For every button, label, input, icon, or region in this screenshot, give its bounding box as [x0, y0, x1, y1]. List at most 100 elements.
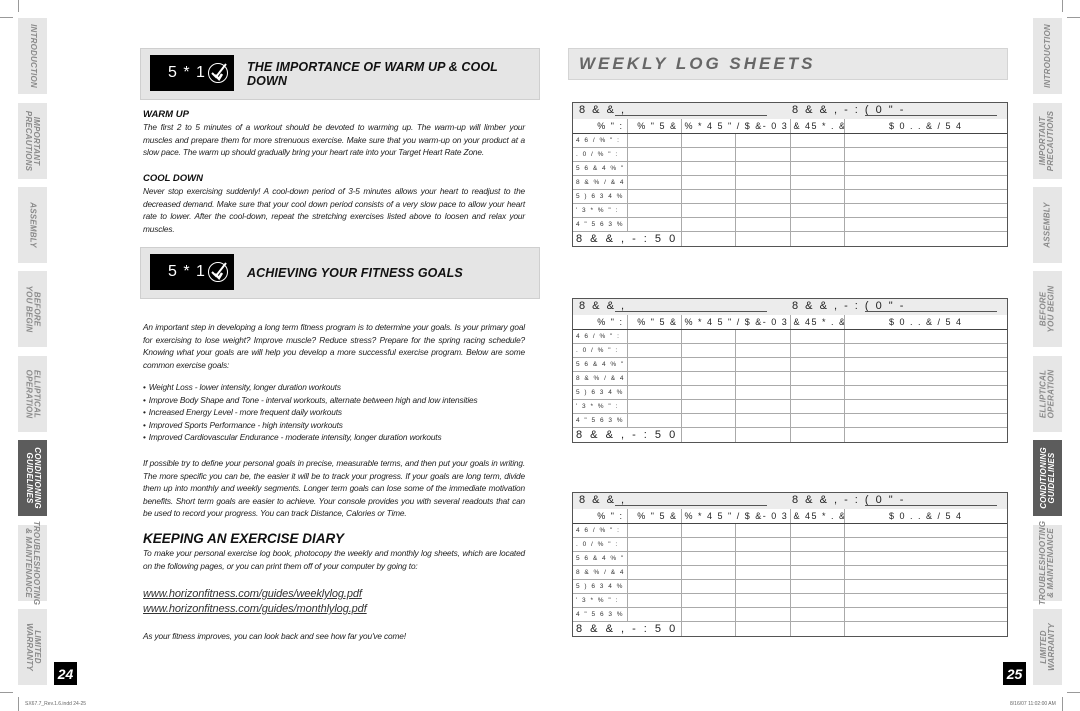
log-cell[interactable]: [843, 174, 1007, 190]
log-cell[interactable]: [843, 328, 1007, 344]
tab-troubleshooting-maintenance[interactable]: TROUBLESHOOTING & MAINTENANCE: [18, 521, 47, 605]
log-cell[interactable]: [680, 536, 736, 552]
log-cell[interactable]: [789, 550, 845, 566]
tab-before-you-begin[interactable]: BEFORE YOU BEGIN: [18, 271, 47, 347]
log-cell[interactable]: [626, 398, 682, 414]
log-cell[interactable]: [843, 606, 1007, 622]
log-cell[interactable]: [680, 384, 736, 400]
log-cell[interactable]: [843, 426, 1007, 442]
log-cell[interactable]: [626, 216, 682, 232]
log-cell[interactable]: [789, 188, 845, 204]
log-cell[interactable]: [789, 620, 845, 636]
log-cell[interactable]: [680, 412, 736, 428]
log-cell[interactable]: [734, 522, 791, 538]
log-cell[interactable]: [626, 564, 682, 580]
log-cell[interactable]: [626, 132, 682, 148]
log-cell[interactable]: [680, 522, 736, 538]
log-cell[interactable]: [789, 328, 845, 344]
week-input-line[interactable]: [615, 311, 767, 312]
log-cell[interactable]: [843, 132, 1007, 148]
log-cell[interactable]: [680, 174, 736, 190]
week-input-line[interactable]: [615, 115, 767, 116]
log-cell[interactable]: [789, 398, 845, 414]
log-cell[interactable]: [734, 216, 791, 232]
log-cell[interactable]: [734, 398, 791, 414]
log-cell[interactable]: [843, 216, 1007, 232]
log-cell[interactable]: [789, 132, 845, 148]
log-cell[interactable]: [734, 132, 791, 148]
weekly-goal-input-line[interactable]: [865, 311, 997, 312]
log-cell[interactable]: [626, 328, 682, 344]
log-cell[interactable]: [626, 174, 682, 190]
log-cell[interactable]: [680, 398, 736, 414]
log-cell[interactable]: [843, 522, 1007, 538]
log-cell[interactable]: [843, 550, 1007, 566]
log-cell[interactable]: [680, 564, 736, 580]
tab-conditioning-guidelines[interactable]: CONDITIONING GUIDELINES: [18, 440, 47, 516]
weekly-goal-input-line[interactable]: [865, 505, 997, 506]
log-cell[interactable]: [789, 412, 845, 428]
tab-conditioning-guidelines[interactable]: CONDITIONING GUIDELINES: [1033, 440, 1062, 516]
log-cell[interactable]: [843, 342, 1007, 358]
log-cell[interactable]: [734, 564, 791, 580]
log-cell[interactable]: [626, 578, 682, 594]
log-cell[interactable]: [680, 188, 736, 204]
log-cell[interactable]: [734, 174, 791, 190]
log-cell[interactable]: [843, 202, 1007, 218]
log-cell[interactable]: [734, 536, 791, 552]
log-cell[interactable]: [626, 146, 682, 162]
log-cell[interactable]: [843, 398, 1007, 414]
log-cell[interactable]: [680, 370, 736, 386]
log-cell[interactable]: [843, 370, 1007, 386]
log-cell[interactable]: [789, 146, 845, 162]
log-cell[interactable]: [843, 592, 1007, 608]
log-cell[interactable]: [734, 202, 791, 218]
log-cell[interactable]: [626, 536, 682, 552]
log-cell[interactable]: [843, 230, 1007, 246]
log-cell[interactable]: [734, 146, 791, 162]
log-cell[interactable]: [626, 202, 682, 218]
log-cell[interactable]: [843, 160, 1007, 176]
log-cell[interactable]: [734, 550, 791, 566]
log-cell[interactable]: [789, 356, 845, 372]
log-cell[interactable]: [843, 412, 1007, 428]
log-cell[interactable]: [680, 160, 736, 176]
log-cell[interactable]: [734, 160, 791, 176]
tab-important-precautions[interactable]: IMPORTANT PRECAUTIONS: [18, 103, 47, 179]
log-cell[interactable]: [734, 592, 791, 608]
tab-introduction[interactable]: INTRODUCTION: [18, 18, 47, 94]
log-cell[interactable]: [843, 564, 1007, 580]
log-cell[interactable]: [626, 606, 682, 622]
log-cell[interactable]: [789, 370, 845, 386]
log-cell[interactable]: [843, 356, 1007, 372]
tab-introduction[interactable]: INTRODUCTION: [1033, 18, 1062, 94]
log-cell[interactable]: [626, 160, 682, 176]
log-cell[interactable]: [680, 146, 736, 162]
tab-limited-warranty[interactable]: LIMITED WARRANTY: [1033, 609, 1062, 685]
log-cell[interactable]: [789, 522, 845, 538]
log-cell[interactable]: [734, 230, 791, 246]
log-cell[interactable]: [789, 202, 845, 218]
log-cell[interactable]: [789, 342, 845, 358]
log-cell[interactable]: [680, 328, 736, 344]
log-cell[interactable]: [789, 230, 845, 246]
log-cell[interactable]: [734, 384, 791, 400]
tab-assembly[interactable]: ASSEMBLY: [1033, 187, 1062, 263]
log-cell[interactable]: [626, 370, 682, 386]
monthly-log-link[interactable]: www.horizonfitness.com/guides/monthlylog…: [143, 603, 367, 615]
log-cell[interactable]: [789, 426, 845, 442]
log-cell[interactable]: [680, 426, 736, 442]
log-cell[interactable]: [734, 620, 791, 636]
log-cell[interactable]: [789, 592, 845, 608]
log-cell[interactable]: [734, 328, 791, 344]
log-cell[interactable]: [789, 564, 845, 580]
log-cell[interactable]: [789, 216, 845, 232]
log-cell[interactable]: [789, 174, 845, 190]
log-cell[interactable]: [789, 606, 845, 622]
log-cell[interactable]: [789, 384, 845, 400]
log-cell[interactable]: [680, 216, 736, 232]
weekly-log-link[interactable]: www.horizonfitness.com/guides/weeklylog.…: [143, 588, 362, 600]
log-cell[interactable]: [626, 342, 682, 358]
log-cell[interactable]: [626, 592, 682, 608]
log-cell[interactable]: [680, 578, 736, 594]
